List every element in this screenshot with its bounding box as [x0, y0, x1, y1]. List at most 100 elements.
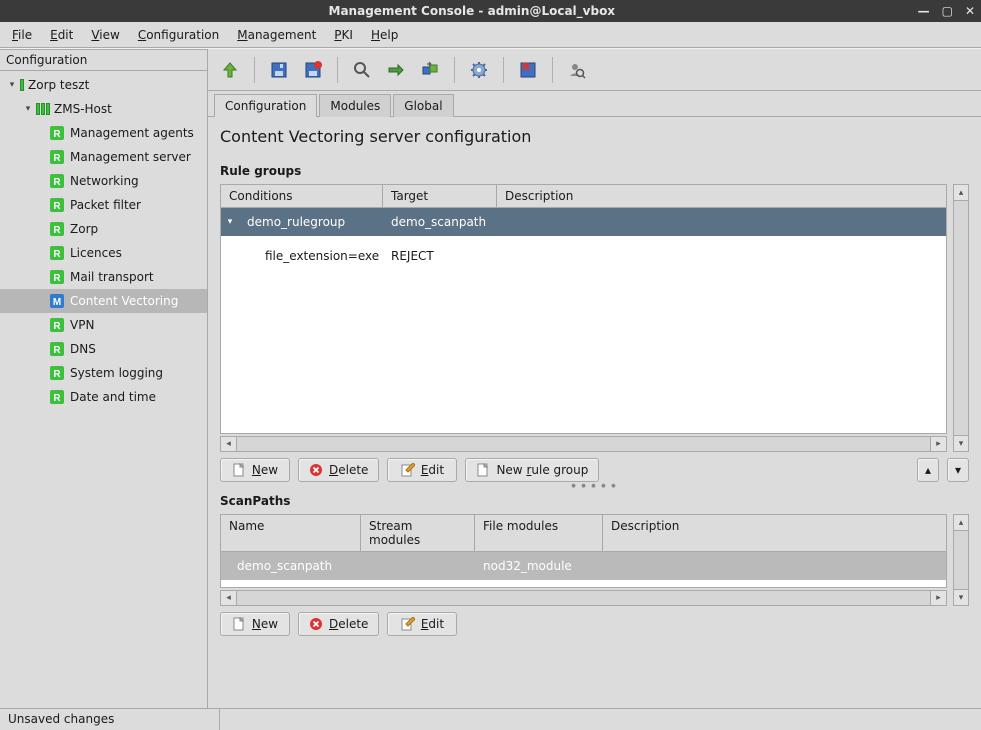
tree-root[interactable]: ▾ Zorp teszt: [0, 73, 207, 97]
menu-file[interactable]: File: [4, 26, 40, 44]
toolbar-search-button[interactable]: [348, 56, 376, 84]
svg-text:R: R: [53, 201, 61, 212]
tree-host-label: ZMS-Host: [54, 102, 112, 116]
badge-r-icon: R: [50, 342, 64, 356]
rulegroups-new-button[interactable]: New: [220, 458, 290, 482]
chevron-down-icon[interactable]: ▾: [6, 80, 18, 90]
window-title: Management Console - admin@Local_vbox: [26, 4, 918, 18]
col-conditions[interactable]: Conditions: [221, 185, 383, 207]
sidebar-item-dns[interactable]: RDNS: [0, 337, 207, 361]
rulegroups-hscrollbar[interactable]: ◂ ▸: [220, 436, 947, 452]
toolbar-transfer-button[interactable]: [382, 56, 410, 84]
menubar: File Edit View Configuration Management …: [0, 22, 981, 48]
scroll-left-icon[interactable]: ◂: [221, 437, 237, 451]
rulegroup-target: demo_scanpath: [383, 215, 497, 229]
rule-row[interactable]: file_extension=exe REJECT: [221, 236, 946, 276]
rulegroup-row[interactable]: ▾ demo_rulegroup demo_scanpath: [221, 208, 946, 236]
badge-r-icon: R: [50, 150, 64, 164]
sidebar-item-label: Management agents: [70, 126, 194, 140]
svg-text:R: R: [53, 177, 61, 188]
rulegroups-newgroup-button[interactable]: New rule group: [465, 458, 599, 482]
sidebar-item-content-vectoring[interactable]: MContent Vectoring: [0, 289, 207, 313]
rulegroup-conditions: demo_rulegroup: [239, 215, 383, 229]
tab-configuration[interactable]: Configuration: [214, 94, 317, 117]
scroll-down-icon[interactable]: ▾: [954, 435, 968, 451]
toolbar-separator: [503, 57, 504, 83]
sidebar-header: Configuration: [0, 49, 207, 71]
menu-help[interactable]: Help: [363, 26, 406, 44]
rulegroups-table[interactable]: Conditions Target Description ▾ demo_rul…: [220, 184, 947, 434]
badge-r-icon: R: [50, 366, 64, 380]
scanpaths-new-button[interactable]: New: [220, 612, 290, 636]
toolbar-separator: [552, 57, 553, 83]
status-indicator-icon: [20, 79, 24, 91]
toolbar-save-red-button[interactable]: [299, 56, 327, 84]
tab-modules[interactable]: Modules: [319, 94, 391, 117]
tabrow: Configuration Modules Global: [208, 91, 981, 116]
scanpaths-table[interactable]: Name Stream modules File modules Descrip…: [220, 514, 947, 588]
chevron-down-icon[interactable]: ▾: [221, 217, 239, 227]
horizontal-splitter[interactable]: ● ● ● ● ●: [220, 482, 969, 490]
rulegroups-edit-button[interactable]: Edit: [387, 458, 457, 482]
minimize-button[interactable]: —: [918, 4, 930, 18]
col-target[interactable]: Target: [383, 185, 497, 207]
sidebar-item-date-and-time[interactable]: RDate and time: [0, 385, 207, 409]
tab-global[interactable]: Global: [393, 94, 453, 117]
col-desc2[interactable]: Description: [603, 515, 946, 551]
toolbar-flag-save-button[interactable]: [514, 56, 542, 84]
sidebar-item-packet-filter[interactable]: R Packet filter: [0, 193, 207, 217]
scanpaths-hscrollbar[interactable]: ◂ ▸: [220, 590, 947, 606]
sidebar-item-mail-transport[interactable]: R Mail transport: [0, 265, 207, 289]
sidebar-item-networking[interactable]: RNetworking: [0, 169, 207, 193]
edit-icon: [401, 463, 415, 477]
toolbar-save-button[interactable]: [265, 56, 293, 84]
tree-host[interactable]: ▾ ZMS-Host: [0, 97, 207, 121]
col-file[interactable]: File modules: [475, 515, 603, 551]
menu-management[interactable]: Management: [229, 26, 324, 44]
scroll-right-icon[interactable]: ▸: [930, 437, 946, 451]
maximize-button[interactable]: ▢: [942, 4, 953, 18]
sidebar-item-label: Packet filter: [70, 198, 141, 212]
scanpath-file: nod32_module: [475, 559, 603, 573]
toolbar-up-button[interactable]: [216, 56, 244, 84]
badge-r-icon: R: [50, 390, 64, 404]
statusbar: Unsaved changes: [0, 708, 981, 730]
scroll-up-icon[interactable]: ▴: [954, 185, 968, 201]
rulegroups-vscrollbar[interactable]: ▴ ▾: [953, 184, 969, 452]
sidebar-item-management-server[interactable]: RManagement server: [0, 145, 207, 169]
chevron-down-icon[interactable]: ▾: [22, 104, 34, 114]
toolbar-user-search-button[interactable]: [563, 56, 591, 84]
rulegroups-move-up-button[interactable]: ▴: [917, 458, 939, 482]
main-panel: Configuration Modules Global Content Vec…: [208, 49, 981, 708]
menu-configuration[interactable]: Configuration: [130, 26, 227, 44]
close-button[interactable]: ✕: [965, 4, 975, 18]
scanpaths-delete-button[interactable]: Delete: [298, 612, 379, 636]
scroll-right-icon[interactable]: ▸: [930, 591, 946, 605]
config-tree[interactable]: ▾ Zorp teszt ▾ ZMS-Host RManagement agen…: [0, 71, 207, 708]
toolbar-sync-button[interactable]: [416, 56, 444, 84]
sidebar-item-licences[interactable]: RLicences: [0, 241, 207, 265]
scroll-down-icon[interactable]: ▾: [954, 589, 968, 605]
scanpaths-edit-button[interactable]: Edit: [387, 612, 457, 636]
sidebar-item-management-agents[interactable]: RManagement agents: [0, 121, 207, 145]
rulegroups-move-down-button[interactable]: ▾: [947, 458, 969, 482]
col-name[interactable]: Name: [221, 515, 361, 551]
scanpath-name: demo_scanpath: [221, 559, 361, 573]
sidebar-item-vpn[interactable]: RVPN: [0, 313, 207, 337]
sidebar-item-label: Mail transport: [70, 270, 154, 284]
sidebar-item-system-logging[interactable]: RSystem logging: [0, 361, 207, 385]
scroll-up-icon[interactable]: ▴: [954, 515, 968, 531]
col-stream[interactable]: Stream modules: [361, 515, 475, 551]
toolbar-settings-button[interactable]: [465, 56, 493, 84]
sidebar-item-zorp[interactable]: RZorp: [0, 217, 207, 241]
rulegroups-delete-button[interactable]: Delete: [298, 458, 379, 482]
menu-pki[interactable]: PKI: [326, 26, 361, 44]
col-description[interactable]: Description: [497, 185, 946, 207]
scanpath-row[interactable]: demo_scanpath nod32_module: [221, 552, 946, 580]
badge-m-icon: M: [50, 294, 64, 308]
menu-edit[interactable]: Edit: [42, 26, 81, 44]
scanpaths-vscrollbar[interactable]: ▴ ▾: [953, 514, 969, 606]
menu-view[interactable]: View: [83, 26, 127, 44]
svg-text:R: R: [53, 273, 61, 284]
scroll-left-icon[interactable]: ◂: [221, 591, 237, 605]
